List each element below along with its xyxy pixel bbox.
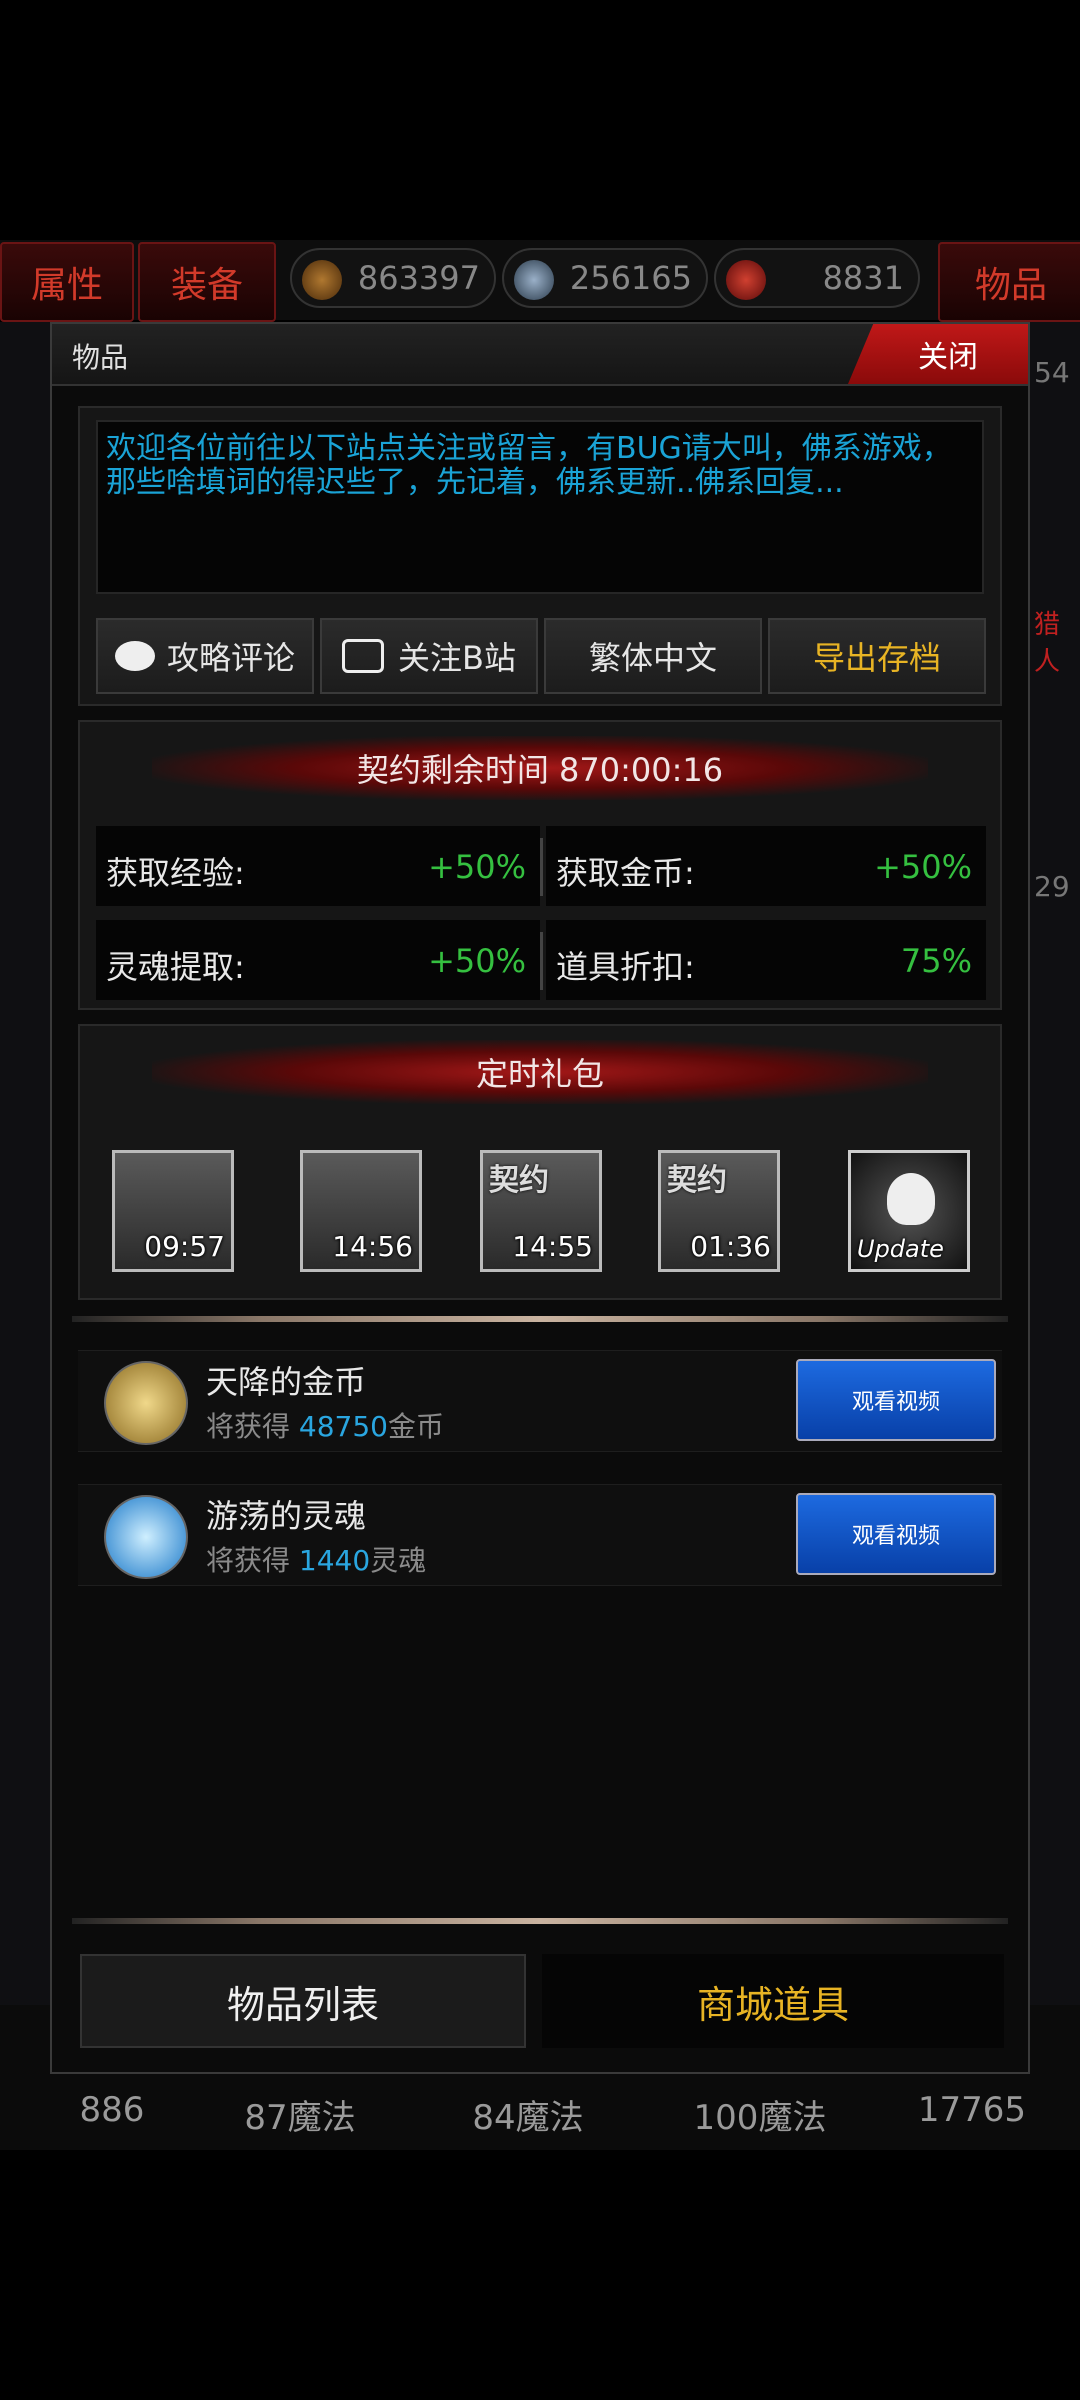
tab-item-list[interactable]: 物品列表	[80, 1954, 526, 2048]
gift-timer-2: 14:56	[332, 1230, 413, 1263]
gift-contract-3[interactable]: 契约 14:55	[480, 1150, 602, 1272]
bilibili-tv-icon	[342, 639, 385, 673]
tab-shop-items[interactable]: 商城道具	[542, 1954, 1004, 2048]
bronze-coin-icon	[302, 260, 342, 300]
reward-amount: 48750	[298, 1410, 388, 1443]
stat-divider	[540, 932, 543, 990]
gift-update-label: Update	[857, 1235, 944, 1263]
stat-exp-value: +50%	[428, 848, 526, 886]
stat-soul-label: 灵魂提取:	[106, 948, 245, 986]
reward-subtitle: 将获得 1440灵魂	[206, 1539, 426, 1579]
background-left	[0, 322, 50, 2022]
gift-contract-4[interactable]: 契约 01:36	[658, 1150, 780, 1272]
gift-timer-3: 14:55	[512, 1230, 593, 1263]
gift-chest-2[interactable]: 14:56	[300, 1150, 422, 1272]
contract-timer: 契约剩余时间 870:00:16	[152, 736, 928, 800]
reward-row: 游荡的灵魂 将获得 1440灵魂 观看视频	[78, 1484, 1002, 1586]
bilibili-button[interactable]: 关注B站	[320, 618, 538, 694]
bottom-value-1: 886	[79, 2090, 145, 2130]
bg-value-right-top: 54	[1034, 356, 1070, 389]
bilibili-label: 关注B站	[398, 639, 516, 677]
traditional-chinese-label: 繁体中文	[588, 639, 717, 677]
skull-icon	[887, 1173, 935, 1225]
traditional-chinese-button[interactable]: 繁体中文	[544, 618, 762, 694]
export-save-label: 导出存档	[812, 639, 941, 677]
reward-amount: 1440	[298, 1544, 371, 1577]
skull-soul-icon	[514, 260, 554, 300]
review-label: 攻略评论	[166, 639, 295, 677]
reward-subtitle: 将获得 48750金币	[206, 1405, 444, 1445]
gift-tag-4: 契约	[667, 1163, 727, 1198]
resource-gems: 8831	[714, 248, 920, 308]
resource-coins-value: 863397	[357, 259, 480, 297]
stat-divider	[540, 838, 543, 896]
red-gem-icon	[726, 260, 766, 300]
resource-souls-value: 256165	[569, 259, 692, 297]
resource-souls: 256165	[502, 248, 708, 308]
bottom-value-3: 84魔法	[472, 2098, 584, 2138]
resource-gems-value: 8831	[822, 259, 904, 297]
stat-discount-value: 75%	[900, 942, 972, 980]
reward-title: 天降的金币	[206, 1363, 367, 1401]
gift-chest-1[interactable]: 09:57	[112, 1150, 234, 1272]
stat-gold-label: 获取金币:	[556, 854, 695, 892]
tab-items[interactable]: 物品	[938, 242, 1080, 322]
review-button[interactable]: 攻略评论	[96, 618, 314, 694]
gift-update-5[interactable]: Update	[848, 1150, 970, 1272]
reward-prefix: 将获得	[206, 1410, 291, 1443]
bg-label-right: 猎人	[1034, 610, 1061, 677]
bottom-value-5: 17765	[917, 2090, 1027, 2130]
soul-orb-icon	[104, 1495, 188, 1579]
bg-value-right-mid: 29	[1034, 870, 1070, 903]
stat-exp-label: 获取经验:	[106, 854, 245, 892]
gifts-title: 定时礼包	[152, 1040, 928, 1104]
stat-soul-value: +50%	[428, 942, 526, 980]
reward-unit: 金币	[388, 1410, 445, 1443]
notice-text: 欢迎各位前往以下站点关注或留言，有BUG请大叫，佛系游戏，那些啥填词的得迟些了，…	[96, 420, 984, 594]
close-button[interactable]: 关闭	[848, 324, 1028, 384]
background-right	[1030, 322, 1080, 2022]
dialog-title: 物品	[72, 341, 129, 374]
gift-timer-4: 01:36	[690, 1230, 771, 1263]
divider-ornament	[72, 1918, 1008, 1924]
stat-soul: 灵魂提取: +50%	[96, 920, 540, 1000]
reward-row: 天降的金币 将获得 48750金币 观看视频	[78, 1350, 1002, 1452]
reward-title: 游荡的灵魂	[206, 1497, 367, 1535]
stat-gold-value: +50%	[874, 848, 972, 886]
reward-prefix: 将获得	[206, 1544, 291, 1577]
reward-unit: 灵魂	[370, 1544, 427, 1577]
gift-tag-3: 契约	[489, 1163, 549, 1198]
watch-video-button[interactable]: 观看视频	[796, 1493, 996, 1575]
bottom-value-4: 100魔法	[693, 2098, 827, 2138]
gift-timer-1: 09:57	[144, 1230, 225, 1263]
tab-attributes[interactable]: 属性	[0, 242, 134, 322]
export-save-button[interactable]: 导出存档	[768, 618, 986, 694]
gold-coin-icon	[104, 1361, 188, 1445]
stat-exp: 获取经验: +50%	[96, 826, 540, 906]
watch-video-button[interactable]: 观看视频	[796, 1359, 996, 1441]
tab-equipment[interactable]: 装备	[138, 242, 276, 322]
resource-coins: 863397	[290, 248, 496, 308]
stat-discount: 道具折扣: 75%	[546, 920, 986, 1000]
stat-discount-label: 道具折扣:	[556, 948, 695, 986]
bottom-value-2: 87魔法	[244, 2098, 356, 2138]
items-dialog: 物品 关闭 欢迎各位前往以下站点关注或留言，有BUG请大叫，佛系游戏，那些啥填词…	[50, 322, 1030, 2074]
speech-bubble-icon	[114, 641, 155, 671]
stat-gold: 获取金币: +50%	[546, 826, 986, 906]
divider-ornament	[72, 1316, 1008, 1322]
